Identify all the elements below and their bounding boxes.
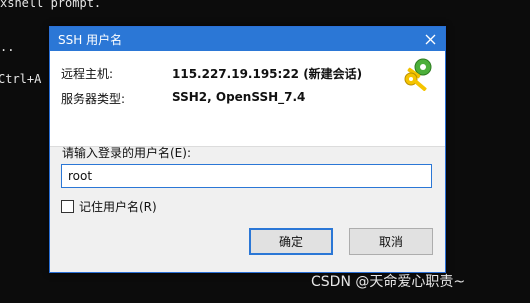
cancel-button[interactable]: 取消 <box>349 228 433 255</box>
remote-host-label: 远程主机: <box>61 67 114 81</box>
terminal-line-3: Ctrl+A <box>0 72 42 86</box>
remember-username-label: 记住用户名(R) <box>79 200 157 214</box>
ssh-username-dialog: SSH 用户名 远程主机: 115.227.19.195:22 (新建会话) 服… <box>49 26 446 273</box>
remote-host-value: 115.227.19.195:22 (新建会话) <box>172 67 363 81</box>
ok-button[interactable]: 确定 <box>249 228 333 255</box>
watermark: CSDN @天命爱心职责~ <box>311 274 466 290</box>
username-prompt-label: 请输入登录的用户名(E): <box>62 146 191 160</box>
dialog-titlebar[interactable]: SSH 用户名 <box>50 27 445 51</box>
server-type-value: SSH2, OpenSSH_7.4 <box>172 90 306 104</box>
server-type-label: 服务器类型: <box>61 92 126 106</box>
remember-username-checkbox[interactable]: 记住用户名(R) <box>61 198 157 215</box>
terminal-line-1: xshell prompt. <box>0 0 102 10</box>
session-info-panel: 远程主机: 115.227.19.195:22 (新建会话) 服务器类型: SS… <box>50 51 445 147</box>
username-input[interactable] <box>61 164 432 188</box>
dialog-title: SSH 用户名 <box>58 32 123 47</box>
terminal-line-2: .. <box>0 40 15 54</box>
checkbox-box[interactable] <box>61 200 74 213</box>
close-button[interactable] <box>415 27 445 51</box>
close-icon <box>425 34 435 44</box>
keys-icon <box>404 58 432 91</box>
